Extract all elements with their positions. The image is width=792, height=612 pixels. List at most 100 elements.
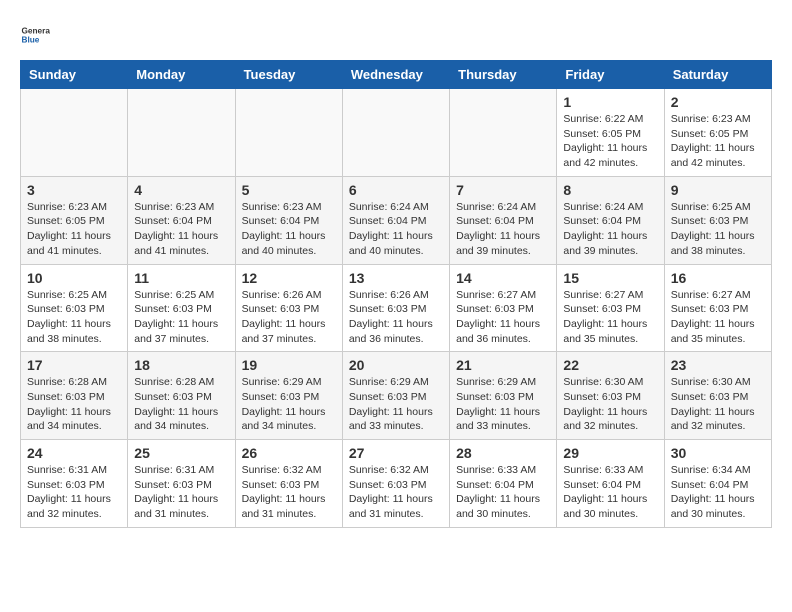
day-cell <box>450 89 557 177</box>
day-info: Sunrise: 6:34 AM Sunset: 6:04 PM Dayligh… <box>671 463 765 522</box>
col-header-sunday: Sunday <box>21 61 128 89</box>
col-header-thursday: Thursday <box>450 61 557 89</box>
week-row-4: 17 Sunrise: 6:28 AM Sunset: 6:03 PM Dayli… <box>21 352 772 440</box>
day-info: Sunrise: 6:33 AM Sunset: 6:04 PM Dayligh… <box>563 463 657 522</box>
day-cell: 16 Sunrise: 6:27 AM Sunset: 6:03 PM Dayli… <box>664 264 771 352</box>
day-cell: 26 Sunrise: 6:32 AM Sunset: 6:03 PM Dayli… <box>235 440 342 528</box>
day-number: 21 <box>456 357 550 373</box>
day-number: 23 <box>671 357 765 373</box>
day-cell: 11 Sunrise: 6:25 AM Sunset: 6:03 PM Dayli… <box>128 264 235 352</box>
day-info: Sunrise: 6:23 AM Sunset: 6:05 PM Dayligh… <box>27 200 121 259</box>
day-cell: 9Sunrise: 6:25 AM Sunset: 6:03 PM Daylig… <box>664 176 771 264</box>
header-row: SundayMondayTuesdayWednesdayThursdayFrid… <box>21 61 772 89</box>
day-cell: 2 Sunrise: 6:23 AM Sunset: 6:05 PM Daylig… <box>664 89 771 177</box>
day-cell: 24 Sunrise: 6:31 AM Sunset: 6:03 PM Dayli… <box>21 440 128 528</box>
day-info: Sunrise: 6:32 AM Sunset: 6:03 PM Dayligh… <box>349 463 443 522</box>
calendar-table: SundayMondayTuesdayWednesdayThursdayFrid… <box>20 60 772 528</box>
day-number: 11 <box>134 270 228 286</box>
day-cell: 25 Sunrise: 6:31 AM Sunset: 6:03 PM Dayli… <box>128 440 235 528</box>
day-cell: 3 Sunrise: 6:23 AM Sunset: 6:05 PM Daylig… <box>21 176 128 264</box>
day-cell: 6 Sunrise: 6:24 AM Sunset: 6:04 PM Daylig… <box>342 176 449 264</box>
col-header-wednesday: Wednesday <box>342 61 449 89</box>
day-info: Sunrise: 6:31 AM Sunset: 6:03 PM Dayligh… <box>27 463 121 522</box>
col-header-saturday: Saturday <box>664 61 771 89</box>
day-number: 4 <box>134 182 228 198</box>
day-number: 14 <box>456 270 550 286</box>
logo-icon: General Blue <box>20 20 50 50</box>
day-number: 25 <box>134 445 228 461</box>
day-cell: 8 Sunrise: 6:24 AM Sunset: 6:04 PM Daylig… <box>557 176 664 264</box>
day-cell <box>235 89 342 177</box>
day-info: Sunrise: 6:27 AM Sunset: 6:03 PM Dayligh… <box>456 288 550 347</box>
day-number: 17 <box>27 357 121 373</box>
day-number: 9 <box>671 182 765 198</box>
day-number: 24 <box>27 445 121 461</box>
day-info: Sunrise: 6:31 AM Sunset: 6:03 PM Dayligh… <box>134 463 228 522</box>
day-cell: 12 Sunrise: 6:26 AM Sunset: 6:03 PM Dayli… <box>235 264 342 352</box>
day-cell <box>342 89 449 177</box>
day-info: Sunrise: 6:25 AM Sunset: 6:03 PM Dayligh… <box>134 288 228 347</box>
day-cell: 17 Sunrise: 6:28 AM Sunset: 6:03 PM Dayli… <box>21 352 128 440</box>
day-number: 7 <box>456 182 550 198</box>
day-info: Sunrise: 6:29 AM Sunset: 6:03 PM Dayligh… <box>456 375 550 434</box>
day-info: Sunrise: 6:23 AM Sunset: 6:05 PM Dayligh… <box>671 112 765 171</box>
day-cell: 18Sunrise: 6:28 AM Sunset: 6:03 PM Dayli… <box>128 352 235 440</box>
day-number: 1 <box>563 94 657 110</box>
week-row-5: 24 Sunrise: 6:31 AM Sunset: 6:03 PM Dayli… <box>21 440 772 528</box>
day-info: Sunrise: 6:23 AM Sunset: 6:04 PM Dayligh… <box>134 200 228 259</box>
day-cell: 5Sunrise: 6:23 AM Sunset: 6:04 PM Daylig… <box>235 176 342 264</box>
day-cell: 13 Sunrise: 6:26 AM Sunset: 6:03 PM Dayli… <box>342 264 449 352</box>
day-number: 5 <box>242 182 336 198</box>
day-cell <box>128 89 235 177</box>
day-cell: 7Sunrise: 6:24 AM Sunset: 6:04 PM Daylig… <box>450 176 557 264</box>
day-cell: 20 Sunrise: 6:29 AM Sunset: 6:03 PM Dayli… <box>342 352 449 440</box>
day-info: Sunrise: 6:26 AM Sunset: 6:03 PM Dayligh… <box>242 288 336 347</box>
day-number: 20 <box>349 357 443 373</box>
day-number: 18 <box>134 357 228 373</box>
day-cell: 29 Sunrise: 6:33 AM Sunset: 6:04 PM Dayli… <box>557 440 664 528</box>
week-row-3: 10Sunrise: 6:25 AM Sunset: 6:03 PM Dayli… <box>21 264 772 352</box>
day-info: Sunrise: 6:29 AM Sunset: 6:03 PM Dayligh… <box>349 375 443 434</box>
day-number: 6 <box>349 182 443 198</box>
day-number: 13 <box>349 270 443 286</box>
svg-text:General: General <box>22 27 51 36</box>
day-number: 19 <box>242 357 336 373</box>
day-cell: 27 Sunrise: 6:32 AM Sunset: 6:03 PM Dayli… <box>342 440 449 528</box>
day-info: Sunrise: 6:32 AM Sunset: 6:03 PM Dayligh… <box>242 463 336 522</box>
day-info: Sunrise: 6:27 AM Sunset: 6:03 PM Dayligh… <box>671 288 765 347</box>
day-info: Sunrise: 6:27 AM Sunset: 6:03 PM Dayligh… <box>563 288 657 347</box>
logo: General Blue <box>20 20 50 50</box>
day-info: Sunrise: 6:24 AM Sunset: 6:04 PM Dayligh… <box>563 200 657 259</box>
day-cell: 15 Sunrise: 6:27 AM Sunset: 6:03 PM Dayli… <box>557 264 664 352</box>
day-info: Sunrise: 6:25 AM Sunset: 6:03 PM Dayligh… <box>27 288 121 347</box>
svg-text:Blue: Blue <box>22 36 40 45</box>
day-number: 8 <box>563 182 657 198</box>
day-cell: 4 Sunrise: 6:23 AM Sunset: 6:04 PM Daylig… <box>128 176 235 264</box>
day-number: 15 <box>563 270 657 286</box>
day-info: Sunrise: 6:28 AM Sunset: 6:03 PM Dayligh… <box>27 375 121 434</box>
day-number: 16 <box>671 270 765 286</box>
day-number: 12 <box>242 270 336 286</box>
day-cell: 23 Sunrise: 6:30 AM Sunset: 6:03 PM Dayli… <box>664 352 771 440</box>
week-row-1: 1Sunrise: 6:22 AM Sunset: 6:05 PM Daylig… <box>21 89 772 177</box>
day-number: 27 <box>349 445 443 461</box>
day-number: 22 <box>563 357 657 373</box>
col-header-monday: Monday <box>128 61 235 89</box>
day-number: 30 <box>671 445 765 461</box>
day-number: 29 <box>563 445 657 461</box>
day-cell: 22 Sunrise: 6:30 AM Sunset: 6:03 PM Dayli… <box>557 352 664 440</box>
day-info: Sunrise: 6:24 AM Sunset: 6:04 PM Dayligh… <box>349 200 443 259</box>
day-number: 26 <box>242 445 336 461</box>
col-header-friday: Friday <box>557 61 664 89</box>
day-cell: 19 Sunrise: 6:29 AM Sunset: 6:03 PM Dayli… <box>235 352 342 440</box>
day-number: 2 <box>671 94 765 110</box>
day-cell: 1Sunrise: 6:22 AM Sunset: 6:05 PM Daylig… <box>557 89 664 177</box>
day-info: Sunrise: 6:26 AM Sunset: 6:03 PM Dayligh… <box>349 288 443 347</box>
day-info: Sunrise: 6:33 AM Sunset: 6:04 PM Dayligh… <box>456 463 550 522</box>
day-number: 3 <box>27 182 121 198</box>
day-info: Sunrise: 6:29 AM Sunset: 6:03 PM Dayligh… <box>242 375 336 434</box>
header: General Blue <box>20 20 772 50</box>
day-cell: 28Sunrise: 6:33 AM Sunset: 6:04 PM Dayli… <box>450 440 557 528</box>
day-info: Sunrise: 6:30 AM Sunset: 6:03 PM Dayligh… <box>563 375 657 434</box>
day-info: Sunrise: 6:30 AM Sunset: 6:03 PM Dayligh… <box>671 375 765 434</box>
